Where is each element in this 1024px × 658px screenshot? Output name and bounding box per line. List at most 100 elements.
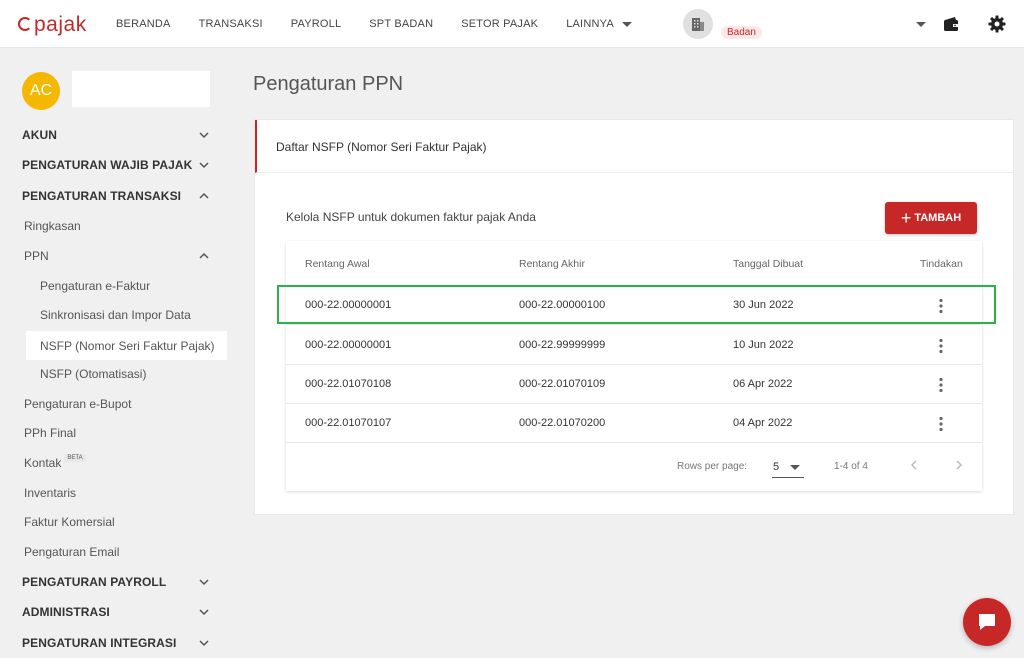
sidebar-item-sinkronisasi[interactable]: Sinkronisasi dan Impor Data [0,304,232,326]
chat-icon [979,614,995,630]
column-rentang-awal[interactable]: Rentang Awal [305,258,370,270]
sidebar-item-administrasi[interactable]: ADMINISTRASI [0,601,232,623]
table-row[interactable]: 000-22.01070107 000-22.01070200 04 Apr 2… [286,404,982,443]
sidebar-item-faktur-komersial[interactable]: Faktur Komersial [0,511,232,533]
cell-rentang-akhir: 000-22.01070109 [519,378,606,390]
cell-rentang-akhir: 000-22.99999999 [519,339,606,351]
nav-spt-badan[interactable]: SPT BADAN [369,18,433,30]
cell-tanggal-dibuat: 10 Jun 2022 [733,339,794,351]
cell-tanggal-dibuat: 04 Apr 2022 [733,417,793,429]
main-nav: BERANDA TRANSAKSI PAYROLL SPT BADAN SETO… [102,0,646,48]
sidebar-item-label: Kontak [24,456,62,470]
chevron-left-icon[interactable] [908,459,920,471]
card-header: Daftar NSFP (Nomor Seri Faktur Pajak) [255,120,1013,173]
pajak-logo[interactable]: pajak [18,12,87,36]
more-vert-icon[interactable] [939,338,943,354]
pagination-range: 1-4 of 4 [834,461,868,472]
table-header: Rentang Awal Rentang Akhir Tanggal Dibua… [286,241,982,286]
sidebar-item-pengaturan-payroll[interactable]: PENGATURAN PAYROLL [0,571,232,593]
chat-button[interactable] [963,598,1011,646]
company-avatar[interactable] [683,9,713,39]
logo-text: pajak [34,12,87,36]
company-dropdown-icon[interactable] [916,22,926,27]
sidebar-item-label: Pengaturan e-Faktur [40,279,151,293]
chevron-up-icon [199,192,209,199]
more-vert-icon[interactable] [939,377,943,393]
wallet-icon[interactable] [942,15,960,33]
chevron-right-icon[interactable] [953,459,965,471]
sidebar-item-label: Sinkronisasi dan Impor Data [40,308,191,322]
sidebar-item-label: PENGATURAN WAJIB PAJAK [22,158,193,172]
chevron-down-icon [199,609,209,616]
nav-lainnya[interactable]: LAINNYA [566,18,632,30]
user-name-box [72,71,210,107]
sidebar-item-pengaturan-transaksi[interactable]: PENGATURAN TRANSAKSI [0,185,232,207]
more-vert-icon[interactable] [939,416,943,432]
sidebar-item-label: NSFP (Nomor Seri Faktur Pajak) [40,338,215,353]
sidebar-item-pengaturan-ebupot[interactable]: Pengaturan e-Bupot [0,393,232,415]
nsfp-table: Rentang Awal Rentang Akhir Tanggal Dibua… [286,241,982,491]
user-avatar[interactable]: AC [22,72,60,110]
sidebar-item-label: Pengaturan e-Bupot [24,397,132,411]
chevron-down-icon [621,21,632,27]
sidebar-item-nsfp-otomatisasi[interactable]: NSFP (Otomatisasi) [0,363,232,385]
sidebar-item-label: Inventaris [24,486,77,500]
sidebar-item-nsfp[interactable]: NSFP (Nomor Seri Faktur Pajak) [26,331,227,360]
sidebar-item-label: AKUN [22,128,58,142]
page-title: Pengaturan PPN [253,73,404,95]
sidebar-item-kontak[interactable]: Kontak BETA [0,452,232,474]
sidebar-item-label: Pengaturan Email [24,545,120,559]
sidebar-item-ringkasan[interactable]: Ringkasan [0,215,232,237]
nav-transaksi[interactable]: TRANSAKSI [199,18,263,30]
top-navbar: pajak BERANDA TRANSAKSI PAYROLL SPT BADA… [0,0,1024,48]
row-highlight-box [277,285,996,324]
cell-rentang-awal: 000-22.01070108 [305,378,392,390]
sidebar-item-akun[interactable]: AKUN [0,124,232,146]
sidebar-item-label: Ringkasan [24,219,81,233]
sidebar-item-inventaris[interactable]: Inventaris [0,482,232,504]
sidebar-item-pengaturan-efaktur[interactable]: Pengaturan e-Faktur [0,275,232,297]
table-pagination: Rows per page: 5 1-4 of 4 [286,443,982,491]
chevron-up-icon [199,252,209,259]
add-button-label: TAMBAH [914,212,962,224]
chevron-down-icon [199,132,209,139]
rows-per-page-select[interactable]: 5 [772,456,804,478]
chevron-down-icon [199,640,209,647]
nav-payroll[interactable]: PAYROLL [291,18,342,30]
rows-per-page-value: 5 [773,461,780,473]
sidebar-item-label: Faktur Komersial [24,515,115,529]
chevron-down-icon [199,162,209,169]
rows-per-page-label: Rows per page: [677,461,748,472]
beta-badge: BETA [64,454,86,462]
sidebar-item-ppn[interactable]: PPN [0,245,232,267]
sidebar-item-pengaturan-integrasi[interactable]: PENGATURAN INTEGRASI [0,632,232,654]
cell-tanggal-dibuat: 06 Apr 2022 [733,378,793,390]
column-tindakan: Tindakan [920,258,963,270]
table-row[interactable]: 000-22.00000001 000-22.99999999 10 Jun 2… [286,326,982,365]
sidebar-item-label: PENGATURAN PAYROLL [22,575,167,589]
chevron-down-icon [790,465,800,470]
chevron-down-icon [199,579,209,586]
nav-lainnya-label: LAINNYA [566,18,614,30]
column-tanggal-dibuat[interactable]: Tanggal Dibuat [733,258,803,270]
cell-rentang-akhir: 000-22.01070200 [519,417,606,429]
company-type-badge: Badan [721,26,762,39]
nav-beranda[interactable]: BERANDA [116,18,171,30]
sidebar-item-pengaturan-email[interactable]: Pengaturan Email [0,541,232,563]
sidebar-item-pengaturan-wajib-pajak[interactable]: PENGATURAN WAJIB PAJAK [0,154,232,176]
card-title: Daftar NSFP (Nomor Seri Faktur Pajak) [276,140,487,154]
sidebar-item-label: PENGATURAN INTEGRASI [22,636,177,650]
sidebar-item-label: NSFP (Otomatisasi) [40,367,147,381]
add-nsfp-button[interactable]: + TAMBAH [885,202,977,234]
sidebar-item-label: PPN [24,249,49,263]
building-icon [692,18,704,31]
column-rentang-akhir[interactable]: Rentang Akhir [519,258,585,270]
nav-setor-pajak[interactable]: SETOR PAJAK [461,18,538,30]
sidebar-item-label: ADMINISTRASI [22,605,110,619]
table-row[interactable]: 000-22.01070108 000-22.01070109 06 Apr 2… [286,365,982,404]
sidebar-item-label: PENGATURAN TRANSAKSI [22,189,182,203]
sidebar-item-pph-final[interactable]: PPh Final [0,422,232,444]
gear-icon[interactable] [987,14,1007,34]
cell-rentang-awal: 000-22.00000001 [305,339,392,351]
plus-icon: + [900,208,912,228]
